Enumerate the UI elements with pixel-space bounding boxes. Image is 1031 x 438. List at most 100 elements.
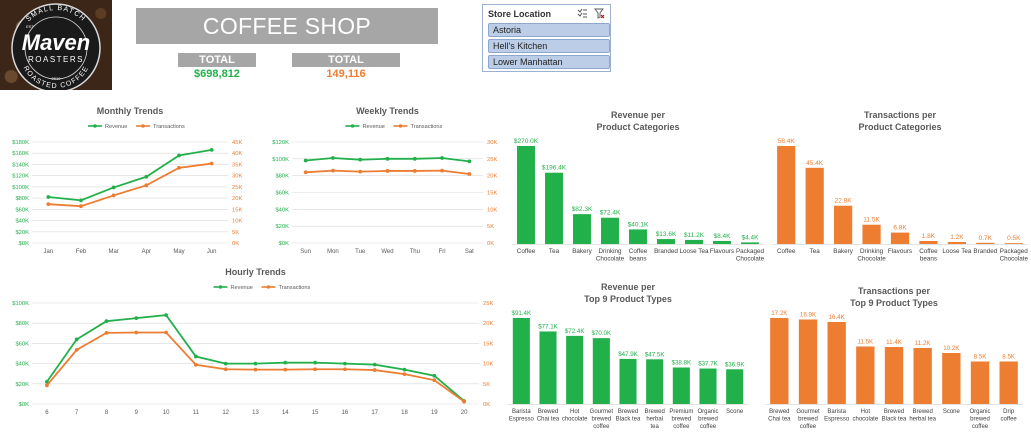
bar-category-label: Scone bbox=[943, 409, 961, 415]
y-tick-label-right: 15K bbox=[487, 191, 497, 197]
x-tick-label: Apr bbox=[142, 249, 151, 255]
bar-category-label: Brewed Chai tea bbox=[768, 409, 791, 423]
bar-data-label: 6.8K bbox=[893, 225, 907, 232]
bar-category-label: Flavours bbox=[710, 248, 734, 255]
bar-data-label: $37.7K bbox=[698, 361, 718, 368]
data-point-transactions bbox=[343, 367, 347, 372]
y-tick-label-right: 10K bbox=[483, 362, 493, 368]
bar bbox=[657, 239, 675, 244]
x-tick-label: 20 bbox=[461, 410, 468, 416]
series-line-revenue bbox=[48, 148, 212, 202]
bar-data-label: $91.4K bbox=[512, 310, 532, 317]
y-tick-label-right: 20K bbox=[483, 321, 493, 327]
bar-category-label: Organic brewed coffee bbox=[969, 409, 990, 430]
y-tick-label-right: 25K bbox=[483, 301, 493, 307]
y-tick-label-right: 30K bbox=[487, 140, 497, 146]
bar-category-label: Brewed Black tea bbox=[616, 409, 641, 423]
bar bbox=[726, 369, 744, 404]
y-tick-label-right: 0K bbox=[487, 241, 494, 247]
data-point-revenue bbox=[440, 156, 444, 160]
data-point-revenue bbox=[283, 360, 288, 365]
y-tick-label-left: $120K bbox=[12, 174, 29, 180]
bar bbox=[592, 338, 610, 404]
bar-data-label: $47.9K bbox=[618, 351, 638, 358]
data-point-transactions bbox=[331, 168, 335, 173]
bar-category-label: Coffee bbox=[517, 248, 536, 255]
bar-data-label: 11.5K bbox=[857, 339, 874, 346]
y-tick-label-right: 40K bbox=[232, 151, 242, 157]
y-tick-label-left: $40K bbox=[275, 207, 289, 213]
y-tick-label-left: $60K bbox=[15, 341, 29, 347]
legend-label: Revenue bbox=[363, 124, 385, 130]
bar-data-label: $4.4K bbox=[742, 234, 760, 241]
data-point-revenue bbox=[134, 316, 139, 321]
x-tick-label: 12 bbox=[222, 410, 229, 416]
bar-category-label: Brewed herbal tea bbox=[644, 409, 664, 430]
data-point-revenue bbox=[313, 360, 317, 365]
data-point-transactions bbox=[313, 367, 317, 372]
data-point-transactions bbox=[194, 362, 198, 367]
bar-data-label: $38.8K bbox=[672, 359, 692, 366]
legend-label: Revenue bbox=[105, 124, 127, 130]
chart-title-tx_type: Transactions per Top 9 Product Types bbox=[850, 286, 938, 308]
y-tick-label-left: $0K bbox=[19, 241, 29, 247]
bar bbox=[770, 318, 789, 404]
bar-data-label: $47.5K bbox=[645, 351, 665, 358]
bar bbox=[573, 214, 591, 244]
bar-category-label: Coffee beans bbox=[629, 248, 648, 263]
y-tick-label-right: 15K bbox=[483, 341, 493, 347]
legend-label: Transactions bbox=[153, 124, 185, 130]
bar-category-label: Loose Tea bbox=[942, 248, 971, 255]
x-tick-label: Sun bbox=[300, 249, 311, 255]
x-tick-label: 14 bbox=[282, 410, 289, 416]
y-tick-label-left: $80K bbox=[275, 174, 289, 180]
x-tick-label: Mar bbox=[108, 249, 118, 255]
bar bbox=[566, 335, 584, 404]
data-point-revenue bbox=[402, 367, 407, 372]
bar bbox=[517, 146, 535, 244]
data-point-transactions bbox=[467, 172, 472, 176]
bar-category-label: Flavours bbox=[888, 248, 912, 255]
data-point-revenue bbox=[412, 156, 417, 161]
bar bbox=[741, 242, 759, 244]
x-tick-label: 15 bbox=[312, 410, 319, 416]
series-line-transactions bbox=[46, 331, 465, 403]
x-tick-label: Tue bbox=[355, 249, 366, 255]
x-tick-label: 16 bbox=[342, 410, 349, 416]
bar-data-label: 11.2K bbox=[915, 340, 932, 347]
bar bbox=[512, 318, 530, 404]
x-tick-label: 7 bbox=[75, 410, 79, 416]
bar-category-label: Coffee beans bbox=[919, 248, 938, 263]
bar bbox=[713, 240, 731, 244]
legend-marker bbox=[266, 285, 271, 289]
data-point-revenue bbox=[253, 361, 258, 366]
x-tick-label: 8 bbox=[105, 410, 109, 416]
bar-data-label: 11.5K bbox=[863, 217, 880, 224]
data-point-transactions bbox=[104, 330, 109, 335]
data-point-transactions bbox=[223, 367, 228, 372]
data-point-transactions bbox=[111, 193, 116, 198]
bar-category-label: Coffee bbox=[777, 248, 796, 255]
y-tick-label-right: 0K bbox=[232, 241, 239, 247]
bar-data-label: 58.4K bbox=[778, 138, 796, 145]
data-point-transactions bbox=[462, 399, 466, 404]
bar bbox=[976, 242, 995, 244]
bar bbox=[798, 319, 818, 404]
data-point-revenue bbox=[74, 337, 79, 342]
bar-category-label: Tea bbox=[549, 248, 560, 255]
x-tick-label: Feb bbox=[76, 249, 87, 255]
chart-title-rev_cat: Revenue per Product Categories bbox=[596, 110, 679, 132]
bar-category-label: Premium brewed coffee bbox=[669, 409, 693, 430]
bar-category-label: Bakery bbox=[572, 248, 592, 255]
data-point-transactions bbox=[440, 168, 444, 173]
y-tick-label-right: 20K bbox=[487, 174, 497, 180]
x-tick-label: May bbox=[173, 249, 184, 255]
bar-category-label: Drinking Chocolate bbox=[857, 248, 886, 263]
data-point-transactions bbox=[79, 204, 83, 209]
bar-category-label: Tea bbox=[810, 248, 821, 255]
y-tick-label-left: $120K bbox=[272, 140, 289, 146]
bar bbox=[629, 229, 647, 244]
data-point-transactions bbox=[134, 330, 139, 335]
y-tick-label-right: 25K bbox=[232, 185, 242, 191]
bar bbox=[913, 348, 932, 404]
